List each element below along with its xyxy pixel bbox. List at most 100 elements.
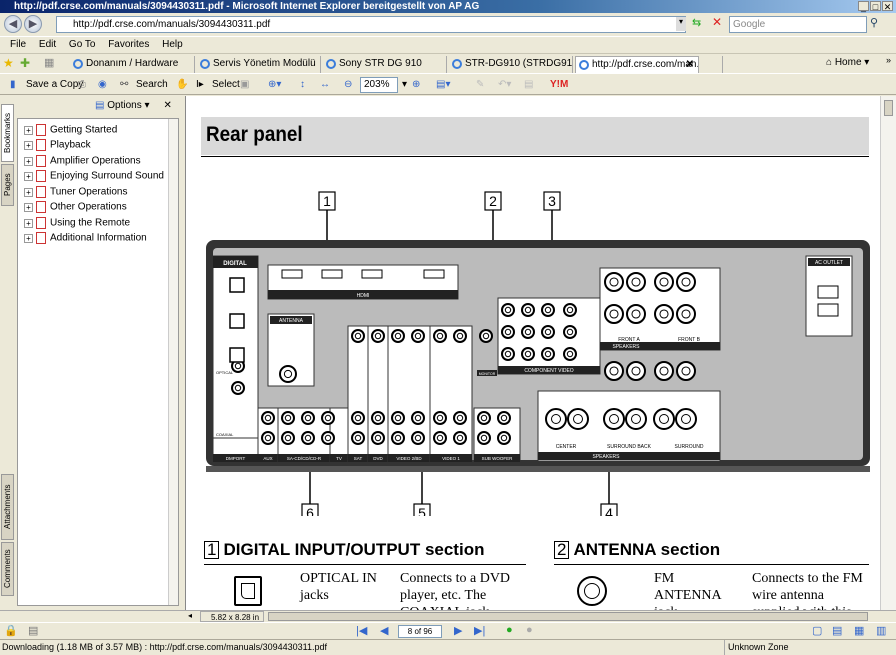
go-back-view-icon[interactable]: ● — [506, 624, 513, 636]
label-hdmi: HDMI — [357, 293, 370, 299]
search-button[interactable]: Search — [136, 74, 168, 96]
close-button[interactable]: ✕ — [882, 1, 893, 12]
attachments-tab[interactable]: Attachments — [1, 474, 14, 540]
horizontal-scroll-thumb[interactable] — [268, 612, 868, 621]
page-layout-icon[interactable]: ▤▾ — [436, 74, 450, 96]
chevron-more-icon[interactable]: » — [886, 55, 891, 65]
new-tab-button[interactable] — [701, 56, 723, 74]
jack-connector — [351, 431, 365, 445]
continuous-facing-icon[interactable]: ▥ — [876, 624, 886, 637]
bookmark-item[interactable]: + Other Operations — [24, 201, 127, 213]
expand-icon[interactable]: + — [24, 187, 33, 197]
next-page-icon[interactable]: ▶ — [454, 624, 462, 637]
fit-page-icon[interactable]: ↕ — [300, 74, 305, 96]
maximize-button[interactable]: □ — [870, 1, 881, 12]
scroll-thumb[interactable] — [884, 100, 893, 116]
bookmark-item[interactable]: + Getting Started — [24, 124, 117, 136]
select-cursor-icon: I▸ — [196, 79, 204, 90]
bookmarks-scrollbar[interactable] — [168, 119, 178, 605]
stop-icon[interactable]: ✕ — [712, 15, 722, 29]
comments-tab[interactable]: Comments — [1, 542, 14, 596]
clipboard-icon[interactable]: ▤ — [524, 74, 533, 96]
address-bar[interactable]: http://pdf.crse.com/manuals/3094430311.p… — [56, 16, 686, 33]
expand-icon[interactable]: + — [24, 233, 33, 243]
menu-favorites[interactable]: Favorites — [108, 39, 149, 50]
bookmarks-tab[interactable]: Bookmarks — [1, 104, 14, 162]
undo-icon[interactable]: ↶▾ — [498, 74, 511, 96]
tab-pdf[interactable]: http://pdf.crse.com/man... ✕ — [575, 56, 699, 74]
zoom-level-input[interactable]: 203% — [360, 77, 398, 93]
bookmark-item[interactable]: + Using the Remote — [24, 217, 130, 229]
sign-icon[interactable]: ✎ — [476, 74, 484, 96]
bookmark-item[interactable]: + Tuner Operations — [24, 186, 127, 198]
ie-icon — [579, 60, 589, 70]
zoom-in-tool-icon[interactable]: ⊕▾ — [268, 74, 281, 96]
jack-connector — [541, 347, 555, 361]
close-tab-icon[interactable]: ✕ — [686, 57, 694, 73]
bookmark-label: Using the Remote — [50, 217, 131, 229]
tab-servis[interactable]: Servis Yönetim Modülü — [197, 56, 321, 74]
quick-tabs-icon[interactable]: ▦ — [44, 56, 54, 69]
pages-tab[interactable]: Pages — [1, 164, 14, 206]
search-input[interactable]: Google — [729, 16, 867, 33]
page-number-input[interactable]: 8 of 96 — [398, 625, 442, 638]
menu-help[interactable]: Help — [162, 39, 183, 50]
options-menu[interactable]: ▤ Options ▾ ✕ — [95, 100, 172, 111]
bookmark-item[interactable]: + Amplifier Operations — [24, 155, 141, 167]
tab-donanim[interactable]: Donanım / Hardware — [70, 56, 195, 74]
bookmark-item[interactable]: + Playback — [24, 139, 91, 151]
print-icon[interactable]: ⎙ — [78, 74, 86, 96]
zoom-in-icon[interactable]: ⊕ — [412, 74, 420, 96]
label-video2: VIDEO 2/BD — [396, 456, 422, 461]
expand-icon[interactable]: + — [24, 202, 33, 212]
address-dropdown-icon[interactable]: ▾ — [676, 17, 686, 31]
bookmark-label: Additional Information — [50, 232, 147, 244]
menu-file[interactable]: File — [10, 39, 26, 50]
close-pane-icon[interactable]: ✕ — [164, 100, 172, 111]
tab-sony[interactable]: Sony STR DG 910 — [323, 56, 447, 74]
favorites-star-icon[interactable]: ★ — [3, 56, 14, 70]
single-page-icon[interactable]: ▢ — [812, 624, 822, 637]
expand-icon[interactable]: + — [24, 125, 33, 135]
menu-goto[interactable]: Go To — [69, 39, 96, 50]
label-subwoofer: SUB WOOFER — [482, 456, 514, 461]
jack-connector — [391, 431, 405, 445]
back-button[interactable]: ◀ — [4, 15, 22, 33]
home-button[interactable]: ⌂ Home ▾ — [826, 57, 869, 68]
section-1-description: Connects to a DVD player, etc. The COAXI… — [400, 571, 511, 610]
go-forward-view-icon[interactable]: ● — [526, 624, 533, 636]
document-icon[interactable]: ▤ — [28, 624, 38, 637]
fit-width-icon[interactable]: ↔ — [320, 74, 330, 96]
jack-connector — [521, 303, 535, 317]
continuous-icon[interactable]: ▤ — [832, 624, 842, 637]
refresh-icon[interactable]: ⇆ — [692, 16, 701, 29]
jack-connector — [626, 304, 646, 324]
tab-str-dg910[interactable]: STR-DG910 (STRDG910) : E... — [449, 56, 573, 74]
email-icon[interactable]: ◉ — [98, 74, 107, 96]
yahoo-messenger-button[interactable]: Y!M — [550, 74, 568, 96]
ie-icon — [200, 59, 210, 69]
expand-icon[interactable]: + — [24, 218, 33, 228]
last-page-icon[interactable]: ▶| — [474, 624, 485, 637]
bookmark-item[interactable]: + Enjoying Surround Sound — [24, 170, 164, 182]
save-copy-button[interactable]: Save a Copy — [26, 74, 83, 96]
minimize-button[interactable]: _ — [858, 1, 869, 12]
forward-button[interactable]: ▶ — [24, 15, 42, 33]
expand-icon[interactable]: + — [24, 171, 33, 181]
document-vertical-scrollbar[interactable] — [880, 96, 896, 610]
select-tool-button[interactable]: Select — [212, 74, 240, 96]
menu-edit[interactable]: Edit — [39, 39, 56, 50]
snapshot-icon[interactable]: ▣ — [240, 74, 249, 96]
zoom-dropdown-icon[interactable]: ▾ — [402, 74, 407, 96]
search-icon[interactable]: ⚲ — [870, 16, 878, 29]
previous-page-icon[interactable]: ◀ — [380, 624, 388, 637]
expand-icon[interactable]: + — [24, 140, 33, 150]
bookmark-item[interactable]: + Additional Information — [24, 232, 147, 244]
hand-tool-icon[interactable]: ✋ — [176, 74, 188, 96]
first-page-icon[interactable]: |◀ — [356, 624, 367, 637]
scroll-left-icon[interactable]: ◂ — [188, 611, 198, 622]
zoom-out-icon[interactable]: ⊖ — [344, 74, 352, 96]
add-favorite-icon[interactable]: ✚ — [20, 56, 30, 70]
expand-icon[interactable]: + — [24, 156, 33, 166]
facing-icon[interactable]: ▦ — [854, 624, 864, 637]
